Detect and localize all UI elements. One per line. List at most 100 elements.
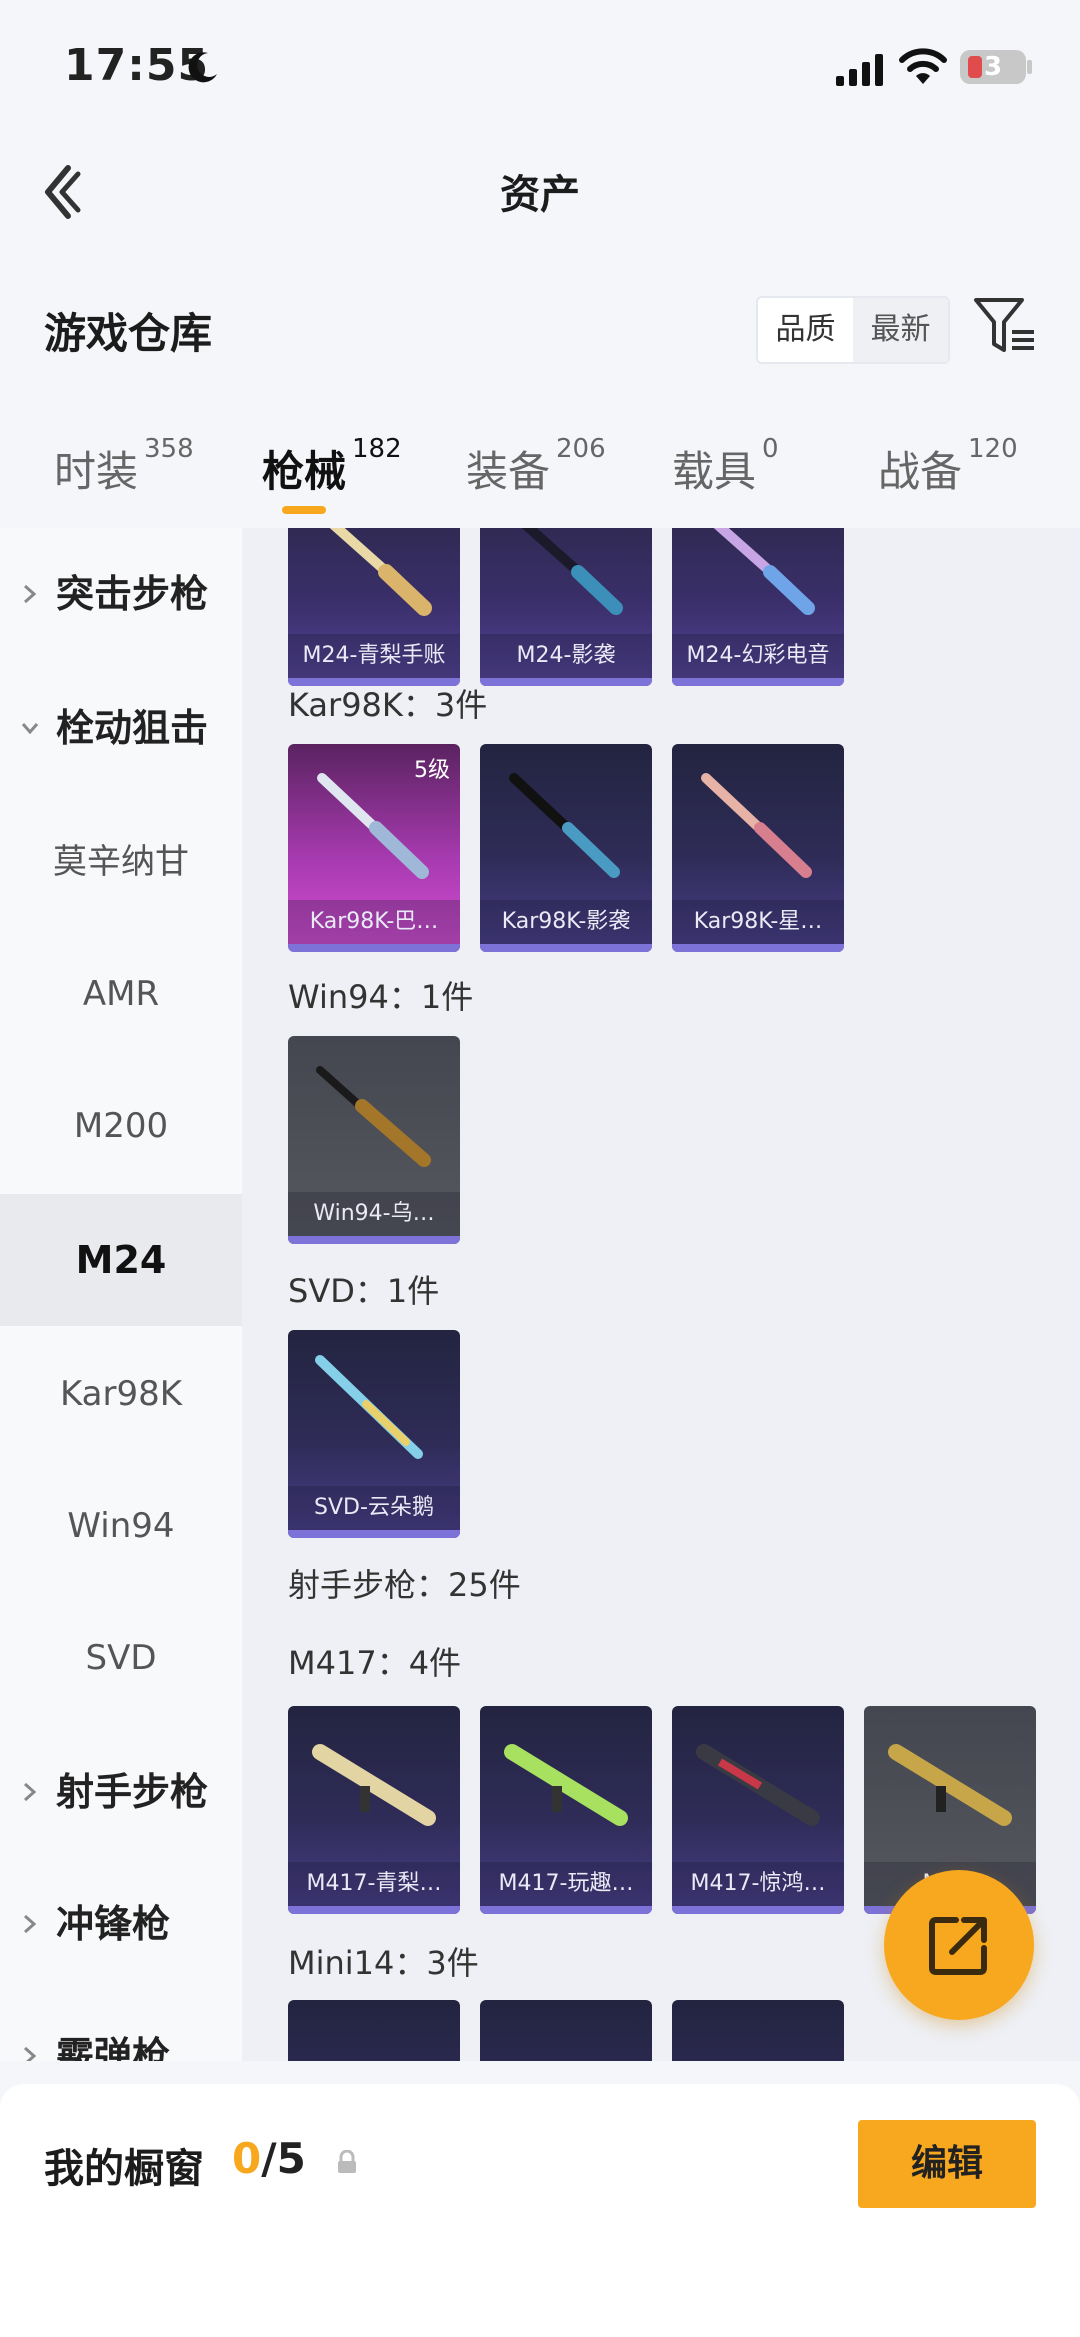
tab-label: 载具 xyxy=(672,447,757,496)
tab-label: 战备 xyxy=(878,447,963,496)
tab-label: 装备 xyxy=(466,447,551,496)
sidebar-item-label: 霰弹枪 xyxy=(56,2034,171,2061)
showcase-count: 0/5 xyxy=(232,2134,306,2183)
tab-equipment[interactable]: 装备 206 xyxy=(466,434,606,499)
sidebar-item-shotgun[interactable]: 霰弹枪 xyxy=(0,1990,242,2061)
sort-quality-option[interactable]: 品质 xyxy=(758,298,853,362)
quality-bar xyxy=(288,1236,460,1244)
rifle-icon xyxy=(888,1744,1012,1826)
sidebar-item-win94[interactable]: Win94 xyxy=(0,1460,242,1592)
section-title: 游戏仓库 xyxy=(44,309,213,358)
chevron-down-icon xyxy=(21,723,39,735)
weapon-card[interactable]: M417-青梨… xyxy=(288,1706,460,1914)
tab-count: 206 xyxy=(556,434,606,464)
weapon-card[interactable]: M24-幻彩电音 xyxy=(672,528,844,686)
tab-count: 120 xyxy=(968,434,1018,464)
sidebar-item-assault-rifle[interactable]: 突击步枪 xyxy=(0,528,242,660)
sidebar-item-marksman-rifle[interactable]: 射手步枪 xyxy=(0,1726,242,1858)
lock-icon xyxy=(338,2150,356,2173)
edit-button[interactable]: 编辑 xyxy=(858,2120,1036,2208)
wifi-icon xyxy=(899,48,947,84)
quality-bar xyxy=(288,1530,460,1538)
weapon-card[interactable]: SVD-云朵鹅 xyxy=(288,1330,460,1538)
rifle-icon xyxy=(701,773,812,878)
sidebar-item-smg[interactable]: 冲锋枪 xyxy=(0,1858,242,1990)
sidebar-item-bolt-sniper[interactable]: 栓动狙击 xyxy=(0,662,242,794)
rifle-icon xyxy=(696,1744,820,1826)
quality-bar xyxy=(672,678,844,686)
tab-count: 182 xyxy=(352,434,402,464)
rifle-icon xyxy=(312,1744,436,1826)
battery-cap xyxy=(1027,60,1032,74)
quality-bar xyxy=(288,944,460,952)
rifle-icon xyxy=(504,1744,628,1826)
active-tab-indicator xyxy=(282,506,326,514)
weapon-card-label: M24-青梨手账 xyxy=(288,634,460,678)
weapon-card[interactable] xyxy=(480,2000,652,2061)
chevron-right-icon xyxy=(24,584,37,604)
sidebar-item-kar98k[interactable]: Kar98K xyxy=(0,1328,242,1460)
weapon-card[interactable]: M417-玩趣… xyxy=(480,1706,652,1914)
sidebar-item-label: 射手步枪 xyxy=(56,1770,209,1814)
rifle-icon xyxy=(509,773,620,878)
category-sidebar[interactable]: 突击步枪 栓动狙击 莫辛纳甘 AMR M200 M24 Kar98K Win94… xyxy=(0,528,242,2061)
weapon-card[interactable]: Kar98K-影袭 xyxy=(480,744,652,952)
sidebar-item-m24[interactable]: M24 xyxy=(0,1194,242,1326)
group-label-kar98k: Kar98K：3件 xyxy=(288,686,488,724)
weapon-card[interactable] xyxy=(288,2000,460,2061)
tab-label: 枪械 xyxy=(262,447,347,496)
weapon-card-label: M417-青梨… xyxy=(288,1862,460,1906)
weapon-card[interactable]: Win94-乌… xyxy=(288,1036,460,1244)
status-bar: 17:55 3 xyxy=(0,0,1080,140)
sidebar-item-mosin[interactable]: 莫辛纳甘 xyxy=(0,796,242,928)
tab-vehicles[interactable]: 载具 0 xyxy=(672,434,779,499)
sidebar-item-amr[interactable]: AMR xyxy=(0,928,242,1060)
tab-firearms[interactable]: 枪械 182 xyxy=(262,434,402,499)
rifle-icon xyxy=(521,528,623,615)
quality-bar xyxy=(480,1906,652,1914)
weapon-card[interactable]: Kar98K-星… xyxy=(672,744,844,952)
weapon-card-label: Kar98K-影袭 xyxy=(480,900,652,944)
chevron-right-icon xyxy=(24,1914,37,1934)
weapon-grid[interactable]: M24-青梨手账 M24-影袭 M24-幻彩电音 Kar98K：3件 5级 Ka… xyxy=(242,528,1080,2061)
sidebar-item-m200[interactable]: M200 xyxy=(0,1060,242,1192)
tab-count: 0 xyxy=(762,434,779,464)
group-label-svd: SVD：1件 xyxy=(288,1272,440,1310)
sidebar-item-label: 冲锋枪 xyxy=(56,1902,171,1946)
tab-fashion[interactable]: 时装 358 xyxy=(54,434,194,499)
weapon-card-label: Kar98K-巴… xyxy=(288,900,460,944)
weapon-card[interactable]: M24-青梨手账 xyxy=(288,528,460,686)
weapon-card-label: M417-惊鸿… xyxy=(672,1862,844,1906)
share-button[interactable] xyxy=(884,1870,1034,2020)
tab-supplies[interactable]: 战备 120 xyxy=(878,434,1018,499)
weapon-card[interactable]: 5级 Kar98K-巴… xyxy=(288,744,460,952)
rifle-icon xyxy=(315,1355,423,1459)
rifle-icon xyxy=(316,1066,431,1167)
sort-latest-option[interactable]: 最新 xyxy=(853,298,948,362)
weapon-card[interactable]: M417-惊鸿… xyxy=(672,1706,844,1914)
weapon-card[interactable] xyxy=(672,2000,844,2061)
quality-bar xyxy=(288,1906,460,1914)
sidebar-item-label: 突击步枪 xyxy=(56,572,209,616)
showcase-count-current: 0 xyxy=(232,2134,262,2183)
group-label-m417: M417：4件 xyxy=(288,1644,462,1682)
tab-count: 358 xyxy=(144,434,194,464)
weapon-card-label: SVD-云朵鹅 xyxy=(288,1486,460,1530)
showcase-count-total: /5 xyxy=(261,2134,306,2183)
group-label-mini14: Mini14：3件 xyxy=(288,1944,479,1982)
group-label-win94: Win94：1件 xyxy=(288,978,474,1016)
filter-icon[interactable] xyxy=(972,296,1038,358)
quality-bar xyxy=(672,944,844,952)
weapon-card-label: M24-影袭 xyxy=(480,634,652,678)
showcase-label: 我的橱窗 xyxy=(44,2146,204,2192)
share-icon xyxy=(929,1917,987,1975)
quality-bar xyxy=(480,678,652,686)
quality-bar xyxy=(672,1906,844,1914)
group-label-marksman: 射手步枪：25件 xyxy=(288,1566,521,1604)
sidebar-item-svd[interactable]: SVD xyxy=(0,1592,242,1724)
moon-icon xyxy=(188,52,217,83)
chevron-right-icon xyxy=(24,1782,37,1802)
weapon-card[interactable]: M24-影袭 xyxy=(480,528,652,686)
sort-toggle[interactable]: 品质 最新 xyxy=(756,296,950,364)
quality-bar xyxy=(480,944,652,952)
